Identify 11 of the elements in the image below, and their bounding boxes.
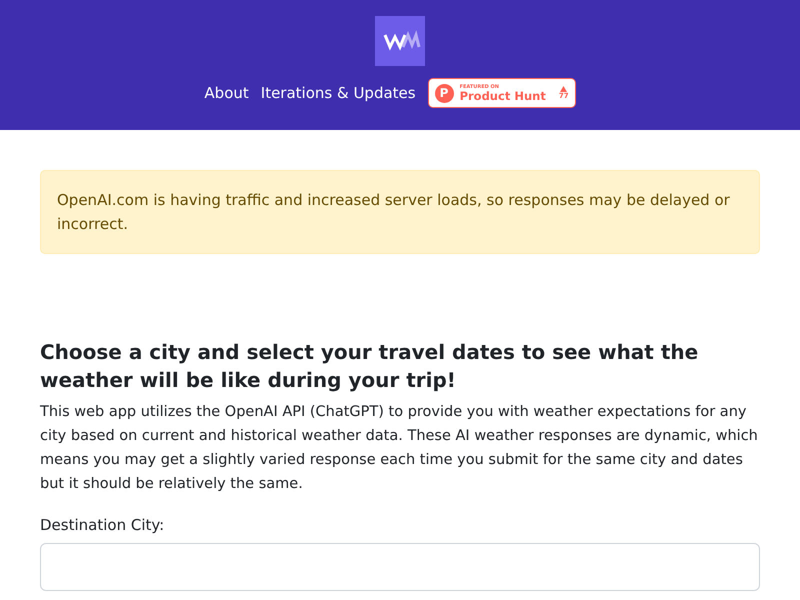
page-heading: Choose a city and select your travel dates to see what the weather will be like during your trip! <box>40 339 700 394</box>
badge-title: Product Hunt <box>460 90 547 102</box>
p-icon: P <box>434 84 454 102</box>
logo-icon[interactable] <box>375 16 425 66</box>
warning-alert: OpenAI.com is having traffic and increased server loads, so responses may be delayed or incorrect. <box>40 170 760 254</box>
city-input-field[interactable] <box>40 543 760 591</box>
field-label: Destination City: <box>40 516 166 534</box>
description: This web app utilizes the OpenAI API (ChatGPT) to provide you with weather expectations for any city based on current and historical weather data. These AI weather responses are dynamic, which means you may get a slightly varied response each time you submit for the same city and dates but it should be relatively the same. <box>40 403 759 494</box>
nav-link[interactable]: Iterations & Updates <box>260 84 416 102</box>
nav-link[interactable]: About <box>204 84 249 102</box>
upvote-icon <box>560 86 568 92</box>
